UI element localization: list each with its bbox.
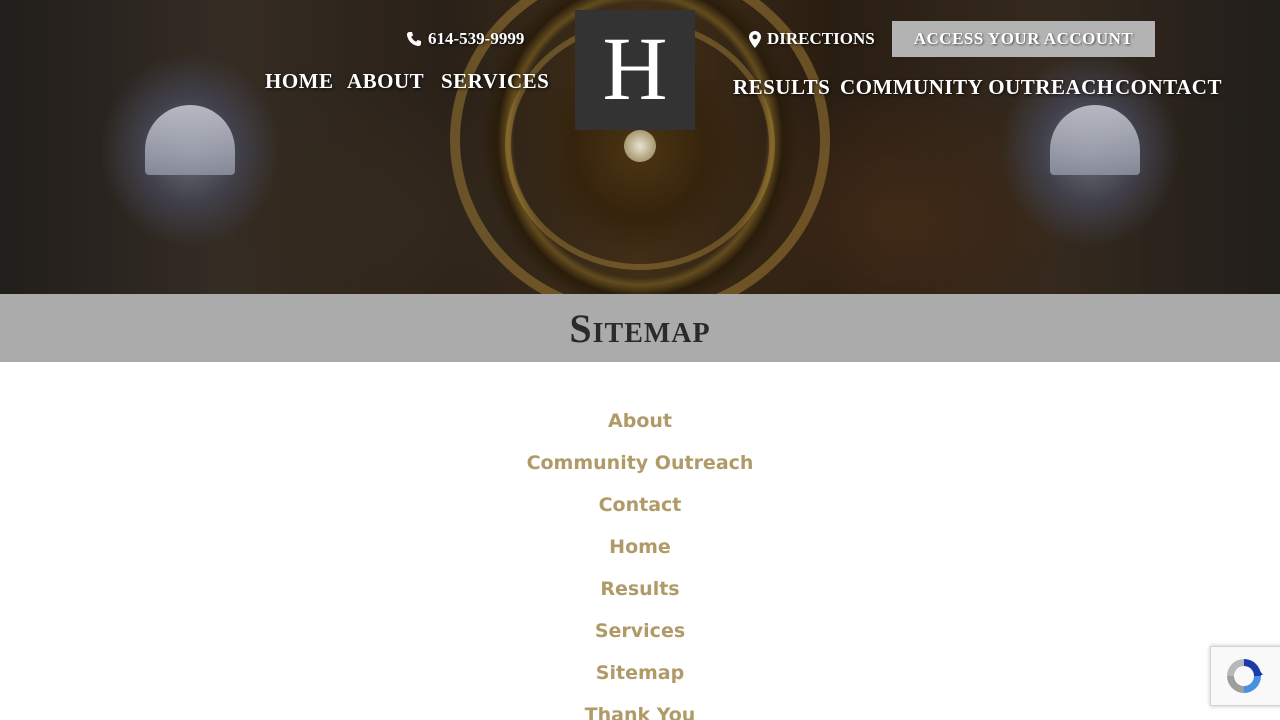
recaptcha-badge[interactable] [1210, 646, 1280, 706]
nav-community-outreach[interactable]: COMMUNITY OUTREACH [840, 75, 1114, 100]
page-title-bar: Sitemap [0, 294, 1280, 362]
nav-results[interactable]: RESULTS [733, 75, 830, 100]
dome-medallion [624, 130, 656, 162]
sitemap-link-about[interactable]: About [0, 400, 1280, 442]
sitemap-link-home[interactable]: Home [0, 526, 1280, 568]
sitemap-link-results[interactable]: Results [0, 568, 1280, 610]
hero-header: H 614-539-9999 DIRECTIONS ACCESS YOUR AC… [0, 0, 1280, 294]
logo-letter: H [602, 20, 668, 119]
sitemap-list: About Community Outreach Contact Home Re… [0, 400, 1280, 720]
sitemap-link-thank-you[interactable]: Thank You [0, 694, 1280, 720]
sitemap-link-community-outreach[interactable]: Community Outreach [0, 442, 1280, 484]
directions-link[interactable]: DIRECTIONS [749, 29, 875, 49]
recaptcha-icon [1227, 659, 1263, 693]
site-logo[interactable]: H [575, 10, 695, 130]
directions-label: DIRECTIONS [767, 29, 875, 48]
sitemap-link-services[interactable]: Services [0, 610, 1280, 652]
nav-home[interactable]: HOME [265, 69, 334, 94]
access-account-button[interactable]: ACCESS YOUR ACCOUNT [892, 21, 1155, 57]
sitemap-link-contact[interactable]: Contact [0, 484, 1280, 526]
nav-about[interactable]: ABOUT [347, 69, 424, 94]
nav-services[interactable]: SERVICES [441, 69, 549, 94]
phone-icon [407, 32, 421, 46]
phone-link[interactable]: 614-539-9999 [406, 29, 524, 49]
phone-number: 614-539-9999 [428, 29, 525, 48]
map-pin-icon [749, 30, 761, 48]
nav-contact[interactable]: CONTACT [1115, 75, 1222, 100]
page-title: Sitemap [569, 305, 711, 351]
sitemap-link-sitemap[interactable]: Sitemap [0, 652, 1280, 694]
